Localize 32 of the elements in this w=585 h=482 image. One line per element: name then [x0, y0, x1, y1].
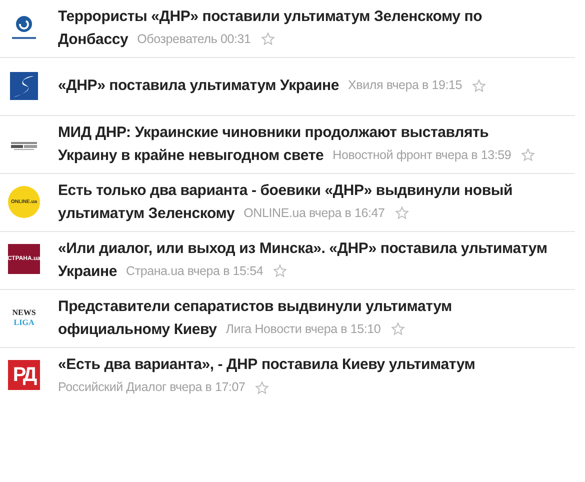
star-icon[interactable] — [394, 206, 409, 220]
news-source-time: Страна.ua вчера в 15:54 — [126, 262, 264, 280]
news-headline[interactable]: Украине — [58, 260, 117, 282]
news-headline[interactable]: официальному Киеву — [58, 318, 217, 340]
star-icon[interactable] — [521, 148, 536, 162]
news-headline[interactable]: ультиматум Зеленскому — [58, 202, 235, 224]
logo-icon — [12, 16, 36, 38]
news-source-time: ONLINE.ua вчера в 16:47 — [244, 204, 385, 222]
news-headline[interactable]: МИД ДНР: Украинские чиновники продолжают выставлять — [58, 120, 489, 144]
news-headline[interactable]: «Есть два варианта», - ДНР поставила Киеву ультиматум — [58, 353, 476, 376]
news-headline[interactable]: Донбассу — [58, 28, 128, 50]
star-icon[interactable] — [390, 322, 405, 336]
news-headline[interactable]: «Или диалог, или выход из Минска». «ДНР» поставила ультиматум — [58, 236, 548, 260]
logo-icon — [10, 72, 38, 100]
star-icon[interactable] — [472, 78, 486, 92]
news-source-time: Российский Диалог вчера в 17:07 — [58, 379, 246, 396]
logo-text: NEWS — [12, 308, 36, 318]
news-source-time: Новостной фронт вчера в 13:59 — [332, 146, 512, 164]
news-headline[interactable]: Украину в крайне невыгодном свете — [58, 144, 324, 166]
logo-icon — [11, 142, 37, 150]
logo-text: LIGA — [14, 318, 34, 328]
news-source-time: Лига Новости вчера в 15:10 — [226, 320, 381, 338]
news-headline[interactable]: Есть только два варианта - боевики «ДНР» выдвинули новый — [58, 178, 513, 202]
star-icon[interactable] — [260, 32, 275, 46]
logo: РД — [8, 360, 40, 390]
star-icon[interactable] — [273, 264, 288, 278]
star-icon[interactable] — [255, 380, 270, 394]
news-headline[interactable]: «ДНР» поставила ультиматум Украине — [58, 74, 340, 97]
news-source-time: Обозреватель 00:31 — [137, 30, 251, 48]
news-source-time: Хвиля вчера в 19:15 — [348, 77, 462, 94]
news-headline[interactable]: Представители сепаратистов выдвинули ультиматум — [58, 294, 452, 318]
news-headline[interactable]: Террористы «ДНР» поставили ультиматум Зеленскому по — [58, 4, 482, 28]
